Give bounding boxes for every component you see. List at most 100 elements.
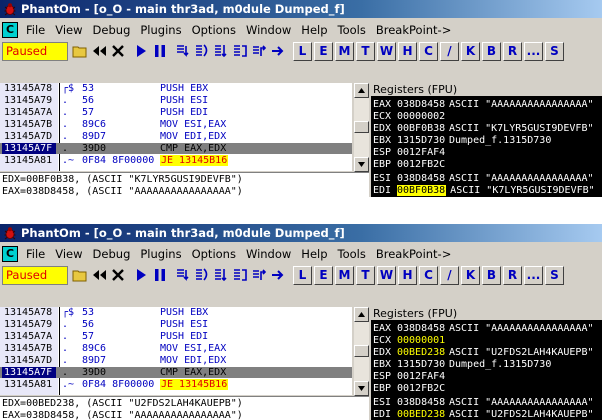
- windows-window-button[interactable]: W: [377, 265, 396, 285]
- menu-plugins[interactable]: Plugins: [135, 247, 186, 261]
- cpu-window-button[interactable]: C: [419, 41, 438, 61]
- references-window-button[interactable]: R: [503, 41, 522, 61]
- menu-window[interactable]: Window: [241, 23, 296, 37]
- selected-table-row[interactable]: 13145A7F . 39D0 CMP EAX,EDX: [0, 367, 352, 378]
- trace-over-icon[interactable]: [231, 42, 249, 60]
- modules-window-button[interactable]: E: [314, 265, 333, 285]
- register-row[interactable]: ECX 00000002: [373, 111, 449, 122]
- goto-icon[interactable]: [269, 266, 287, 284]
- table-row[interactable]: 13145A7B . 89C6 MOV ESI,EAX: [0, 343, 352, 354]
- menu-options[interactable]: Options: [187, 247, 241, 261]
- open-icon[interactable]: [71, 266, 89, 284]
- handles-window-button[interactable]: H: [398, 265, 417, 285]
- cpu-window-button[interactable]: C: [419, 265, 438, 285]
- registers-pane[interactable]: Registers (FPU) EAX 038D8458 ASCII "AAAAAA…: [371, 307, 602, 420]
- source-window-button[interactable]: S: [545, 265, 564, 285]
- cpu-window-icon[interactable]: C: [2, 21, 18, 38]
- pause-icon[interactable]: [151, 266, 169, 284]
- register-row[interactable]: EBX 1315D730 Dumped_f.1315D730: [373, 359, 551, 370]
- windows-window-button[interactable]: W: [377, 41, 396, 61]
- step-over-icon[interactable]: [193, 42, 211, 60]
- menu-view[interactable]: View: [50, 247, 87, 261]
- selected-table-row[interactable]: 13145A7F . 39D0 CMP EAX,EDX: [0, 143, 352, 154]
- patches-window-button[interactable]: /: [440, 265, 459, 285]
- trace-over-icon[interactable]: [231, 266, 249, 284]
- menu-tools[interactable]: Tools: [333, 247, 371, 261]
- menu-view[interactable]: View: [50, 23, 87, 37]
- log-window-button[interactable]: L: [293, 41, 312, 61]
- app-bug-icon[interactable]: [3, 226, 17, 240]
- registers-pane[interactable]: Registers (FPU) EAX 038D8458 ASCII "AAAAAA…: [371, 83, 602, 197]
- patches-window-button[interactable]: /: [440, 41, 459, 61]
- menu-help[interactable]: Help: [296, 23, 332, 37]
- cpu-window-icon[interactable]: C: [2, 245, 18, 262]
- menu-plugins[interactable]: Plugins: [135, 23, 186, 37]
- run-trace-button[interactable]: ...: [524, 265, 543, 285]
- log-window-button[interactable]: L: [293, 265, 312, 285]
- execute-till-return-icon[interactable]: [250, 42, 268, 60]
- register-row[interactable]: ESP 0012FAF4: [373, 147, 449, 158]
- table-row[interactable]: 13145A81 .~ 0F84 8F00000 JE 13145B16: [0, 155, 352, 166]
- table-row[interactable]: 13145A7A . 57 PUSH EDI: [0, 107, 352, 118]
- table-row[interactable]: 13145A78 ┌$ 53 PUSH EBX: [0, 83, 352, 94]
- table-row[interactable]: 13145A7D . 89D7 MOV EDI,EDX: [0, 355, 352, 366]
- rewind-icon[interactable]: [90, 42, 108, 60]
- pause-icon[interactable]: [151, 42, 169, 60]
- table-row[interactable]: 13145A7B . 89C6 MOV ESI,EAX: [0, 119, 352, 130]
- menu-breakpoint[interactable]: BreakPoint->: [371, 23, 457, 37]
- register-row[interactable]: ESI 038D8458 ASCII "AAAAAAAAAAAAAAAA": [373, 397, 594, 408]
- step-into-icon[interactable]: [174, 266, 192, 284]
- trace-into-icon[interactable]: [212, 42, 230, 60]
- modules-window-button[interactable]: E: [314, 41, 333, 61]
- table-row[interactable]: 13145A79 . 56 PUSH ESI: [0, 319, 352, 330]
- references-window-button[interactable]: R: [503, 265, 522, 285]
- menu-file[interactable]: File: [21, 247, 50, 261]
- scroll-down-icon[interactable]: [354, 157, 369, 172]
- handles-window-button[interactable]: H: [398, 41, 417, 61]
- breakpoints-window-button[interactable]: B: [482, 265, 501, 285]
- table-row[interactable]: 13145A81 .~ 0F84 8F00000 JE 13145B16: [0, 379, 352, 390]
- trace-into-icon[interactable]: [212, 266, 230, 284]
- register-row[interactable]: EAX 038D8458 ASCII "AAAAAAAAAAAAAAAA": [373, 99, 594, 110]
- register-row[interactable]: EAX 038D8458 ASCII "AAAAAAAAAAAAAAAA": [373, 323, 594, 334]
- menu-window[interactable]: Window: [241, 247, 296, 261]
- app-bug-icon[interactable]: [3, 2, 17, 16]
- threads-window-button[interactable]: T: [356, 265, 375, 285]
- scroll-thumb[interactable]: [354, 345, 369, 357]
- register-row[interactable]: ESI 038D8458 ASCII "AAAAAAAAAAAAAAAA": [373, 173, 594, 184]
- register-row[interactable]: EBX 1315D730 Dumped_f.1315D730: [373, 135, 551, 146]
- scroll-up-icon[interactable]: [354, 83, 369, 98]
- run-trace-button[interactable]: ...: [524, 41, 543, 61]
- call-stack-button[interactable]: K: [461, 265, 480, 285]
- memory-window-button[interactable]: M: [335, 265, 354, 285]
- register-row[interactable]: EDX 00BF0B38 ASCII "K7LYR5GUSI9DEVFB": [373, 123, 594, 134]
- info-pane[interactable]: EDX=00BED238, (ASCII "U2FDS2LAH4KAUEPB")…: [0, 396, 369, 420]
- call-stack-button[interactable]: K: [461, 41, 480, 61]
- table-row[interactable]: 13145A79 . 56 PUSH ESI: [0, 95, 352, 106]
- register-row[interactable]: ECX 00000001: [373, 335, 449, 346]
- table-row[interactable]: 13145A7A . 57 PUSH EDI: [0, 331, 352, 342]
- register-row[interactable]: EBP 0012FB2C: [373, 159, 449, 170]
- table-row[interactable]: 13145A78 ┌$ 53 PUSH EBX: [0, 307, 352, 318]
- step-into-icon[interactable]: [174, 42, 192, 60]
- scroll-thumb[interactable]: [354, 121, 369, 133]
- breakpoints-window-button[interactable]: B: [482, 41, 501, 61]
- vertical-scrollbar[interactable]: [354, 83, 369, 172]
- memory-window-button[interactable]: M: [335, 41, 354, 61]
- menu-breakpoint[interactable]: BreakPoint->: [371, 247, 457, 261]
- menu-tools[interactable]: Tools: [333, 23, 371, 37]
- scroll-down-icon[interactable]: [354, 381, 369, 396]
- info-pane[interactable]: EDX=00BF0B38, (ASCII "K7LYR5GUSI9DEVFB")…: [0, 172, 369, 197]
- threads-window-button[interactable]: T: [356, 41, 375, 61]
- run-icon[interactable]: [132, 42, 150, 60]
- register-row[interactable]: EBP 0012FB2C: [373, 383, 449, 394]
- register-row[interactable]: EDI 00BED238 ASCII "U2FDS2LAH4KAUEPB": [373, 409, 594, 420]
- open-icon[interactable]: [71, 42, 89, 60]
- execute-till-return-icon[interactable]: [250, 266, 268, 284]
- disassembly-pane[interactable]: 13145A78 ┌$ 53 PUSH EBX 13145A79 . 56 PU…: [0, 83, 352, 171]
- menu-help[interactable]: Help: [296, 247, 332, 261]
- register-row[interactable]: EDX 00BED238 ASCII "U2FDS2LAH4KAUEPB": [373, 347, 594, 358]
- menu-options[interactable]: Options: [187, 23, 241, 37]
- close-icon[interactable]: [109, 266, 127, 284]
- step-over-icon[interactable]: [193, 266, 211, 284]
